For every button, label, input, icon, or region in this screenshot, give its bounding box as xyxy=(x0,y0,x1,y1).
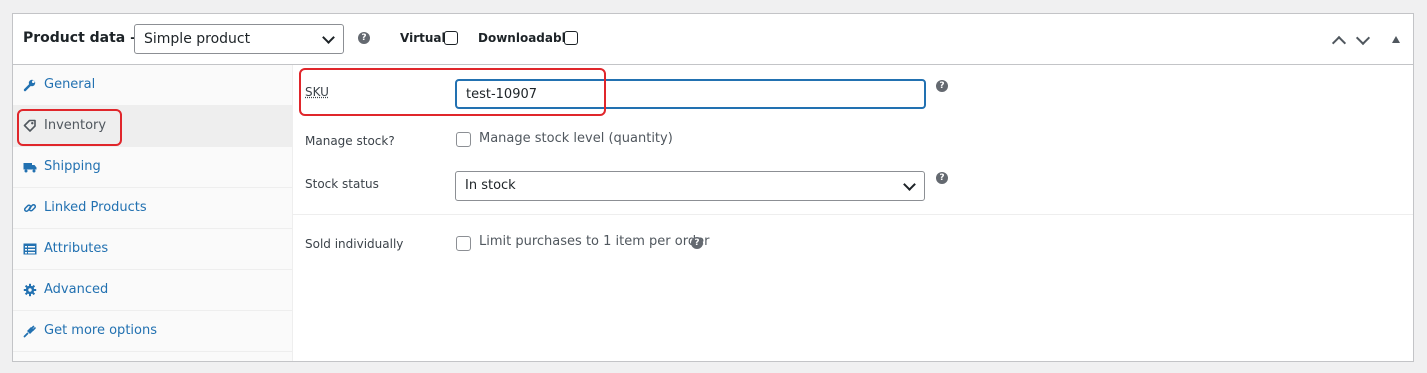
tab-get-more-options[interactable]: Get more options xyxy=(13,311,292,352)
help-icon[interactable]: ? xyxy=(691,237,703,249)
product-data-header: Product data — Simple product ? Virtual:… xyxy=(13,14,1413,65)
divider xyxy=(293,214,1413,215)
tab-label: Linked Products xyxy=(44,200,147,215)
tab-general[interactable]: General xyxy=(13,65,292,106)
link-icon xyxy=(23,200,37,214)
downloadable-checkbox[interactable] xyxy=(564,31,578,45)
stock-status-select[interactable]: In stock xyxy=(455,171,925,201)
chevron-down-icon xyxy=(322,31,335,44)
stock-status-label: Stock status xyxy=(305,177,379,191)
virtual-checkbox[interactable] xyxy=(444,31,458,45)
tab-label: Shipping xyxy=(44,159,101,174)
tab-label: Advanced xyxy=(44,282,109,297)
sold-individually-checkbox[interactable] xyxy=(456,236,471,251)
wrench-icon xyxy=(23,77,37,92)
gear-icon xyxy=(23,282,37,297)
tab-attributes[interactable]: Attributes xyxy=(13,229,292,270)
manage-stock-checkbox[interactable] xyxy=(456,132,471,147)
toggle-panel-icon[interactable] xyxy=(1392,36,1400,43)
move-down-icon[interactable] xyxy=(1355,30,1371,46)
sku-field-highlight xyxy=(299,68,606,116)
manage-stock-text: Manage stock level (quantity) xyxy=(479,131,673,146)
tab-label: General xyxy=(44,77,96,92)
tab-advanced[interactable]: Advanced xyxy=(13,270,292,311)
sold-individually-text: Limit purchases to 1 item per order xyxy=(479,234,710,249)
product-type-value: Simple product xyxy=(144,31,251,47)
move-up-icon[interactable] xyxy=(1331,35,1347,51)
inventory-tab-highlight xyxy=(17,109,122,146)
tab-label: Attributes xyxy=(44,241,109,256)
tab-label: Get more options xyxy=(44,323,157,338)
panel-title: Product data — xyxy=(23,30,145,46)
help-icon[interactable]: ? xyxy=(936,80,948,92)
stock-status-value: In stock xyxy=(465,178,516,193)
help-icon[interactable]: ? xyxy=(936,172,948,184)
chevron-down-icon xyxy=(903,178,916,191)
virtual-label: Virtual: xyxy=(400,31,451,45)
help-icon[interactable]: ? xyxy=(358,32,370,44)
product-type-select[interactable]: Simple product xyxy=(134,24,344,54)
plugin-icon xyxy=(23,323,37,338)
manage-stock-label: Manage stock? xyxy=(305,134,395,148)
tab-shipping[interactable]: Shipping xyxy=(13,147,292,188)
tab-linked-products[interactable]: Linked Products xyxy=(13,188,292,229)
sold-individually-label: Sold individually xyxy=(305,237,404,251)
list-icon xyxy=(23,241,37,255)
product-data-panel: Product data — Simple product ? Virtual:… xyxy=(12,13,1414,362)
truck-icon xyxy=(23,159,37,173)
